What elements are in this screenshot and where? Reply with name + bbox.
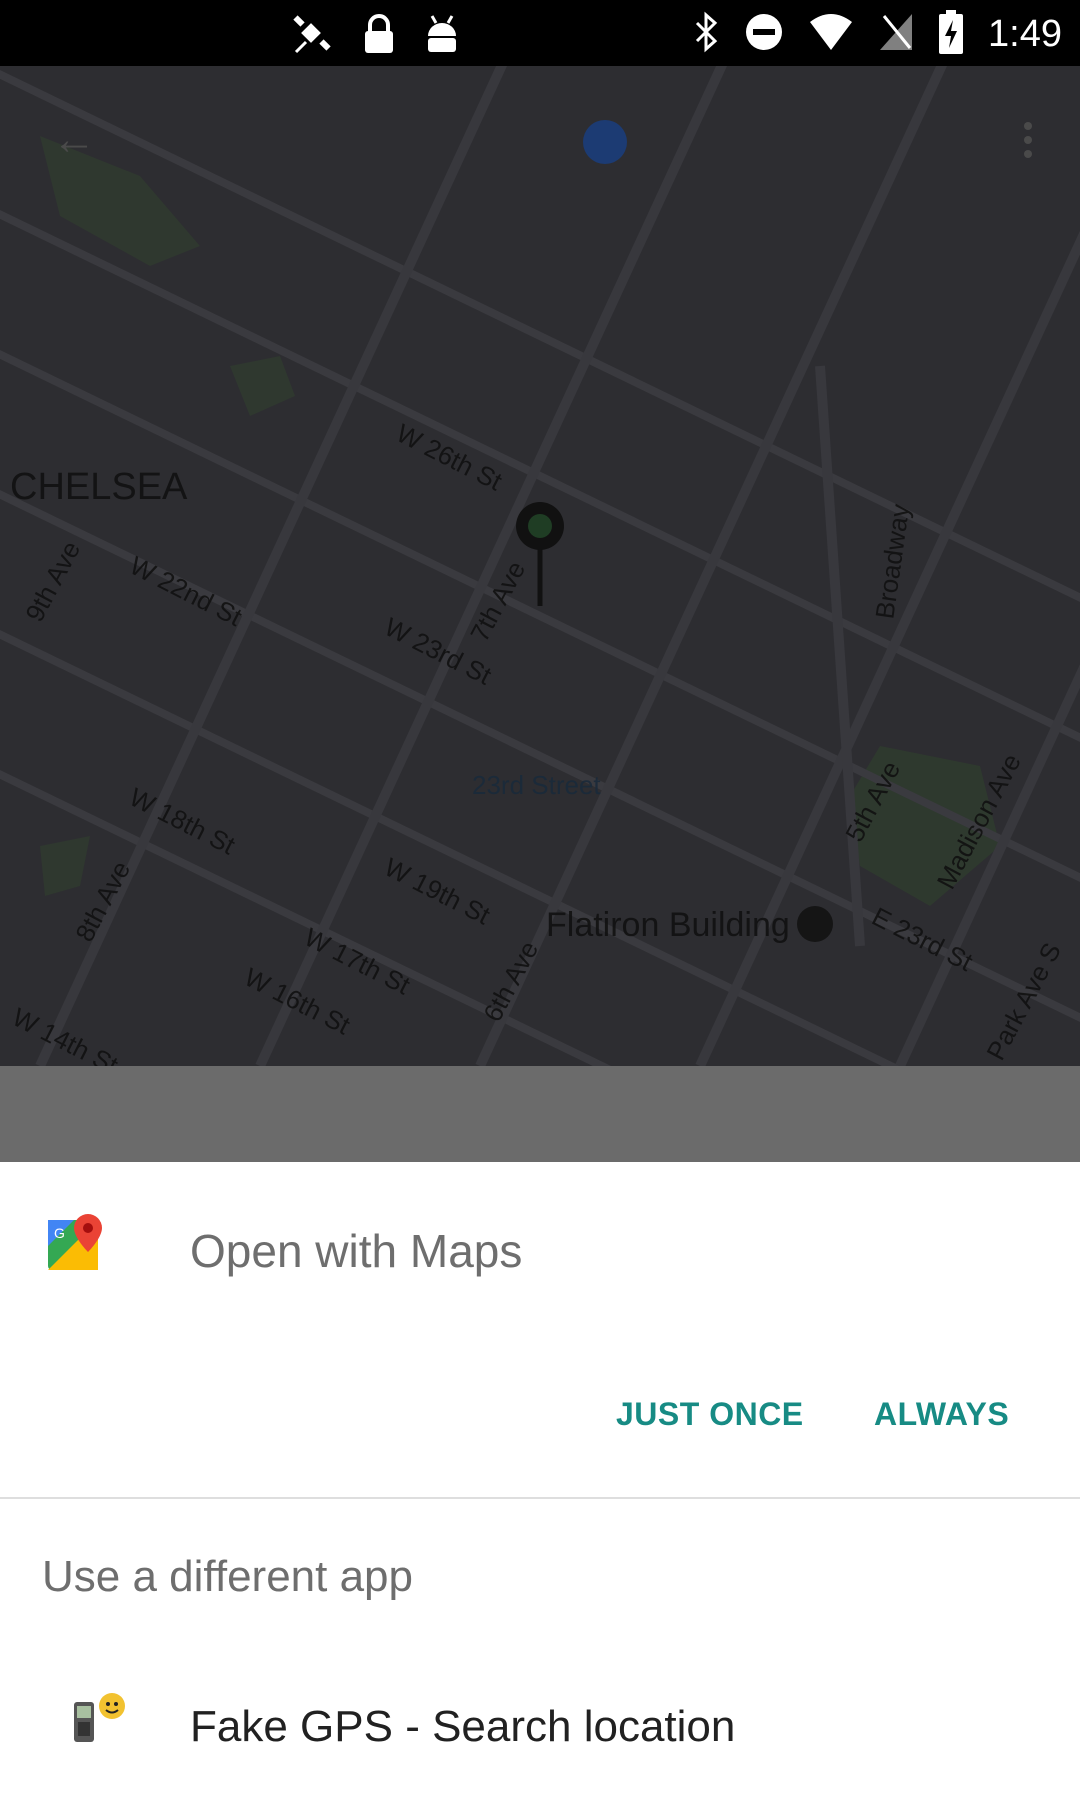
app-chooser-sheet: G Open with Maps JUST ONCE ALWAYS Use a … [0,1162,1080,1794]
status-right-icons: 1:49 [694,10,1062,59]
battery-charging-icon [938,10,964,59]
fake-gps-app-label[interactable]: Fake GPS - Search location [190,1702,735,1752]
lock-icon [362,13,396,60]
android-icon [424,14,460,59]
scrim[interactable] [0,1066,1080,1162]
arrow-left-icon: ← [52,115,96,164]
fake-gps-app-icon [70,1688,130,1752]
open-with-title: Open with Maps [190,1225,523,1277]
wifi-icon [808,12,854,57]
back-button[interactable]: ← [50,118,98,166]
map-label-chelsea: CHELSEA [10,466,188,508]
map-label-23rd-street-station[interactable]: 23rd Street [472,770,601,801]
just-once-button[interactable]: JUST ONCE [616,1396,804,1433]
always-button[interactable]: ALWAYS [874,1396,1009,1433]
more-options-button[interactable] [1016,116,1040,164]
fake-gps-icon [290,12,334,61]
no-sim-icon [878,12,914,57]
bluetooth-icon [694,11,720,58]
use-different-app-header: Use a different app [42,1552,413,1601]
status-time: 1:49 [988,13,1062,55]
status-left-icons [290,12,460,61]
do-not-disturb-icon [744,12,784,57]
map-label-flatiron-building[interactable]: Flatiron Building [546,906,790,945]
more-vert-icon [1024,122,1032,130]
google-maps-icon: G [46,1214,106,1274]
status-bar: 1:49 [0,0,1080,66]
divider [0,1497,1080,1499]
svg-text:G: G [54,1225,65,1241]
map-view[interactable]: ← CHELSEA W 26th St W 22nd St W 23rd St … [0,66,1080,1066]
preferred-app-row[interactable]: G [46,1214,106,1274]
